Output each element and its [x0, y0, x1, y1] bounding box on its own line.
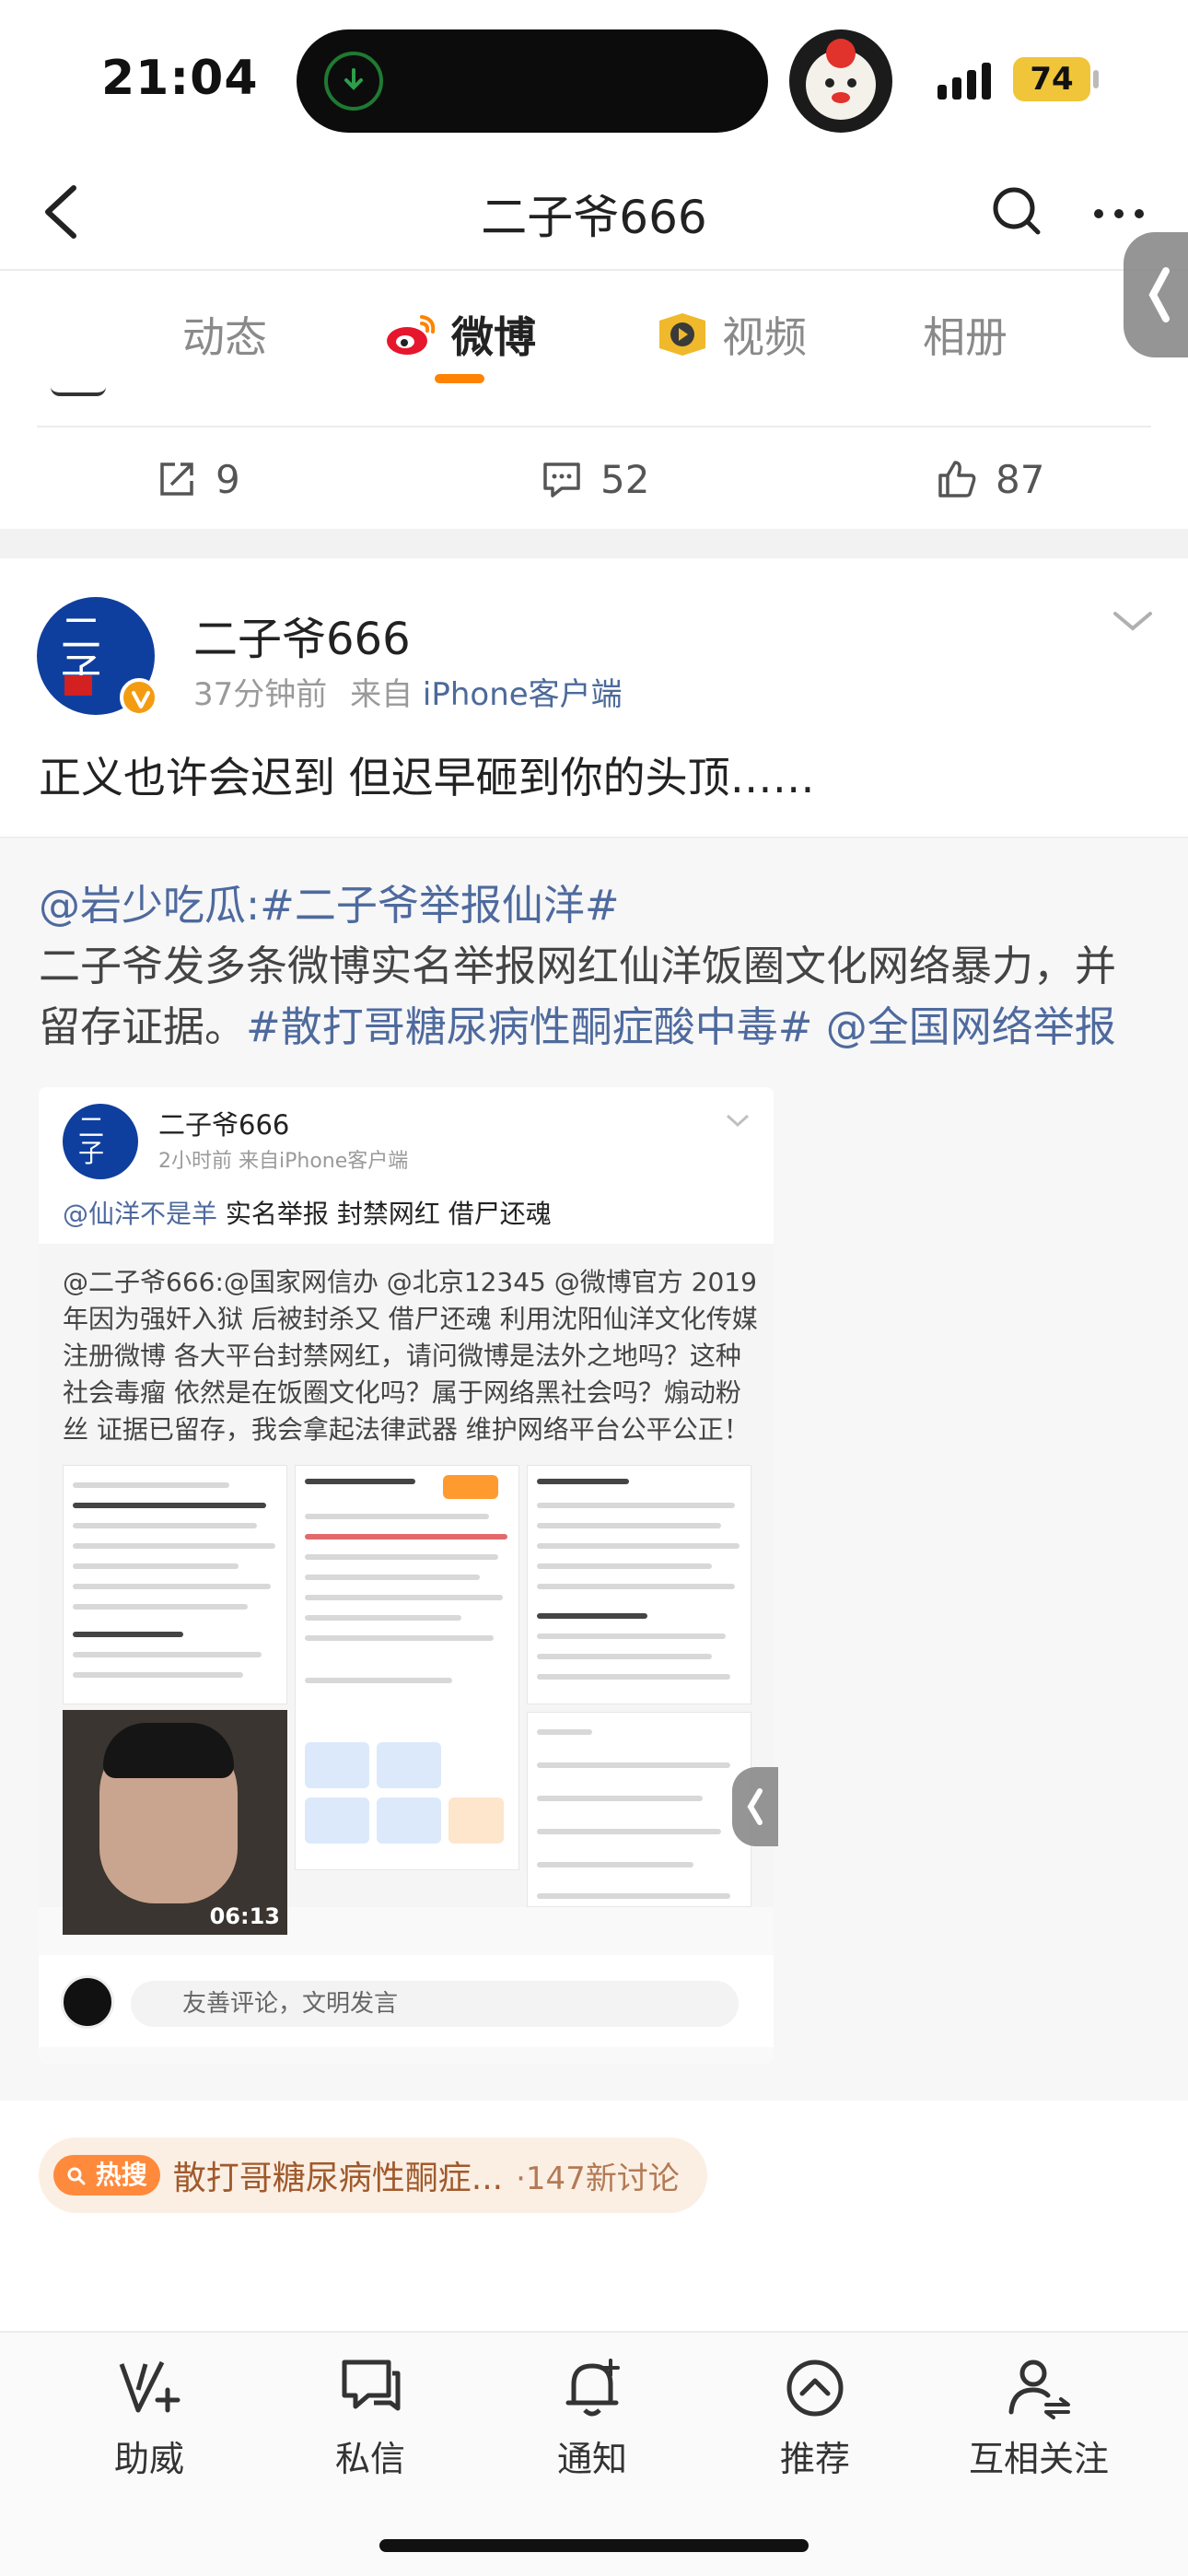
embedded-chevron-icon — [725, 1113, 751, 1130]
comment-button[interactable]: 52 — [540, 453, 649, 505]
notify-button[interactable]: 通知 — [500, 2353, 684, 2481]
status-time: 21:04 — [101, 51, 259, 106]
tab-active-indicator — [435, 374, 484, 383]
like-count: 87 — [996, 456, 1045, 502]
repost-line-1: @岩少吃瓜:#二子爷举报仙洋# — [39, 875, 620, 936]
message-button[interactable]: 私信 — [278, 2353, 462, 2481]
embedded-author-name: 二子爷666 — [158, 1109, 290, 1141]
bell-icon — [565, 2359, 620, 2417]
repost-line-2: 二子爷发多条微博实名举报网红仙洋饭圈文化网络暴力，并 — [39, 942, 1117, 990]
post-meta: 37分钟前 来自 iPhone客户端 — [193, 669, 623, 714]
tab-weibo[interactable]: 微博 — [385, 304, 536, 365]
embedded-side-handle — [732, 1767, 778, 1846]
message-label: 私信 — [334, 2439, 405, 2479]
home-indicator — [379, 2539, 809, 2552]
previous-post-actions: 9 52 87 — [0, 427, 1188, 529]
side-handle[interactable] — [1124, 232, 1188, 357]
post-text: 正义也许会迟到 但迟早砸到你的头顶…… — [39, 753, 815, 802]
repost-button[interactable]: 9 — [155, 453, 240, 505]
cheer-icon — [119, 2360, 181, 2413]
like-button[interactable]: 87 — [935, 453, 1044, 505]
repost-count: 9 — [215, 456, 240, 502]
cheer-button[interactable]: 助威 — [57, 2353, 241, 2481]
recommend-icon — [786, 2359, 844, 2417]
profile-tabs: 动态 微博 视频 相册 — [0, 271, 1188, 391]
embedded-screenshot-image[interactable]: 二子 二子爷666 2小时前 来自iPhone客户端 @仙洋不是羊 实名举报 封… — [39, 1087, 774, 2064]
repost-topic-link[interactable]: #二子爷举报仙洋# — [260, 881, 619, 930]
live-activity-avatar — [789, 29, 892, 133]
evidence-image-4 — [527, 1712, 751, 1907]
embedded-author-avatar: 二子 — [63, 1104, 138, 1179]
commenter-avatar — [61, 1975, 114, 2029]
follow-icon — [1008, 2359, 1070, 2419]
recommend-label: 推荐 — [779, 2439, 850, 2479]
embedded-line-4: 社会毒瘤 依然是在饭圈文化吗？属于网络黑社会吗？煽动粉 — [63, 1377, 741, 1408]
weibo-logo-icon — [387, 315, 436, 355]
dynamic-island — [297, 29, 768, 133]
chevron-down-icon[interactable] — [1110, 608, 1156, 636]
embedded-line-2: 年因为强奸入狱 后被封杀又 借尸还魂 利用沈阳仙洋文化传媒 — [63, 1304, 758, 1334]
tab-album[interactable]: 相册 — [923, 304, 1007, 365]
evidence-image-3 — [527, 1465, 751, 1704]
previous-post-fragment — [51, 387, 106, 396]
battery-indicator: 74 — [1013, 57, 1090, 101]
like-icon — [938, 461, 976, 498]
comment-count: 52 — [600, 456, 650, 502]
repost-mention-link[interactable]: @岩少吃瓜: — [39, 881, 260, 930]
hot-search-link[interactable]: 热搜 散打哥糖尿病性酮症... ·147新讨论 — [39, 2137, 707, 2213]
video-person-hair — [103, 1723, 234, 1778]
tab-video-label: 视频 — [722, 312, 807, 362]
embedded-post-header: 二子 二子爷666 2小时前 来自iPhone客户端 @仙洋不是羊 实名举报 封… — [39, 1087, 774, 1244]
repost-line-3: 留存证据。#散打哥糖尿病性酮症酸中毒# @全国网络举报 — [39, 997, 1116, 1058]
embedded-line-1: @二子爷666:@国家网信办 @北京12345 @微博官方 2019 — [63, 1267, 757, 1297]
repost-mention-link-2[interactable]: @全国网络举报 — [826, 1002, 1116, 1051]
author-name[interactable]: 二子爷666 — [193, 603, 411, 667]
video-channel-icon — [659, 313, 705, 356]
evidence-image-1 — [63, 1465, 287, 1704]
battery-level: 74 — [1030, 61, 1074, 98]
nav-bar: 二子爷666 — [0, 157, 1188, 267]
search-icon[interactable] — [981, 175, 1054, 249]
follow-button[interactable]: 互相关注 — [947, 2353, 1131, 2481]
repost-line-3-text: 留存证据。 — [39, 1002, 247, 1051]
comment-icon — [543, 463, 580, 498]
embedded-mention: @仙洋不是羊 — [63, 1199, 218, 1229]
hot-search-topic: 散打哥糖尿病性酮症... — [172, 2160, 504, 2197]
hot-search-count: ·147新讨论 — [516, 2160, 680, 2197]
hot-search-badge: 热搜 — [53, 2155, 160, 2195]
embedded-comment-bar: 友善评论，文明发言 — [39, 1955, 774, 2047]
tab-weibo-label: 微博 — [451, 312, 536, 362]
post-time: 37分钟前 — [193, 676, 328, 713]
tab-video[interactable]: 视频 — [656, 304, 807, 365]
follow-label: 互相关注 — [968, 2439, 1109, 2479]
embedded-post-text: @仙洋不是羊 实名举报 封禁网红 借尸还魂 — [63, 1194, 552, 1231]
download-icon — [324, 52, 383, 111]
embedded-video-thumbnail[interactable]: 06:13 — [63, 1710, 287, 1935]
status-bar: 21:04 74 — [0, 0, 1188, 157]
notify-label: 通知 — [556, 2439, 627, 2479]
battery-tip — [1093, 70, 1099, 88]
repost-icon — [160, 463, 193, 496]
embedded-line-5: 丝 证据已留存，我会拿起法律武器 维护网络平台公平公正！ — [63, 1414, 750, 1445]
post-source: iPhone客户端 — [422, 676, 623, 713]
evidence-image-2 — [295, 1465, 519, 1870]
tab-dynamics[interactable]: 动态 — [182, 304, 267, 365]
embedded-line-3: 注册微博 各大平台封禁网红，请问微博是法外之地吗？这种 — [63, 1341, 741, 1371]
embedded-comment-input: 友善评论，文明发言 — [131, 1981, 739, 2027]
video-duration: 06:13 — [209, 1903, 280, 1929]
message-icon — [342, 2359, 401, 2411]
search-small-icon — [67, 2167, 86, 2185]
cellular-signal-icon — [938, 63, 996, 103]
embedded-text-rest: 实名举报 封禁网红 借尸还魂 — [217, 1199, 552, 1229]
recommend-button[interactable]: 推荐 — [723, 2353, 907, 2481]
repost-topic-link-2[interactable]: #散打哥糖尿病性酮症酸中毒# — [246, 1002, 812, 1051]
feed-separator — [0, 529, 1188, 558]
verified-badge-icon — [120, 678, 158, 717]
hot-search-tag: 热搜 — [95, 2160, 147, 2190]
cheer-label: 助威 — [113, 2439, 184, 2479]
avatar-seal — [64, 675, 92, 696]
embedded-post-meta: 2小时前 来自iPhone客户端 — [158, 1150, 409, 1173]
post-source-prefix: 来自 — [350, 676, 413, 713]
